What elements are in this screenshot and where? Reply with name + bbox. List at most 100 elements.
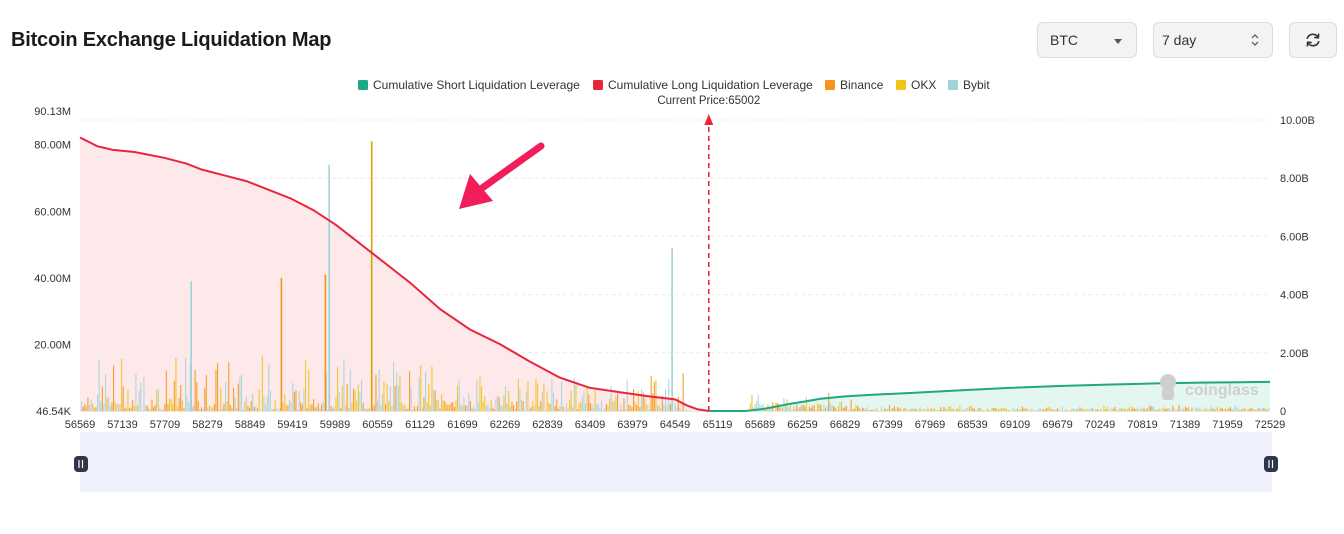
exchange-bar	[420, 365, 422, 411]
x-tick: 61699	[447, 419, 478, 431]
slider-handle-right[interactable]	[1264, 456, 1278, 472]
exchange-bar	[381, 394, 383, 411]
x-tick: 69109	[1000, 419, 1031, 431]
exchange-bar	[253, 407, 255, 411]
exchange-bar	[1084, 410, 1086, 411]
exchange-bar	[242, 410, 244, 411]
exchange-bar	[436, 399, 438, 411]
exchange-bar	[820, 404, 822, 411]
range-select[interactable]: 7 day	[1153, 22, 1273, 58]
exchange-bar	[1121, 408, 1123, 411]
exchange-bar	[1172, 405, 1174, 411]
exchange-bar	[530, 407, 532, 411]
current-price-marker	[704, 114, 714, 411]
exchange-bar	[138, 390, 140, 411]
exchange-bar	[791, 410, 793, 411]
range-slider[interactable]	[74, 432, 1278, 492]
legend-item[interactable]: Cumulative Short Liquidation Leverage	[373, 78, 580, 92]
exchange-bar	[183, 408, 185, 411]
coin-select-value: BTC	[1050, 32, 1078, 48]
exchange-bar	[465, 405, 467, 411]
exchange-bar	[533, 405, 535, 411]
chart-legend[interactable]: Cumulative Short Liquidation Leverage Cum…	[358, 78, 990, 92]
exchange-bar	[1069, 410, 1071, 411]
exchange-bar	[1225, 408, 1227, 411]
legend-item[interactable]: Cumulative Long Liquidation Leverage	[608, 78, 813, 92]
exchange-bar	[137, 405, 139, 411]
legend-item[interactable]: Binance	[840, 78, 884, 92]
exchange-bar	[945, 408, 947, 411]
exchange-bar	[1100, 408, 1102, 411]
exchange-bar	[252, 393, 254, 411]
refresh-button[interactable]	[1289, 22, 1337, 58]
range-select-value: 7 day	[1162, 32, 1197, 48]
exchange-bar	[389, 386, 391, 411]
exchange-bar	[649, 409, 651, 411]
exchange-bar	[308, 369, 310, 411]
slider-track[interactable]	[80, 432, 1272, 492]
exchange-bar	[596, 404, 598, 411]
legend-item[interactable]: Bybit	[963, 78, 990, 92]
exchange-bar	[193, 404, 195, 411]
exchange-bar	[666, 405, 668, 411]
exchange-bar	[588, 394, 590, 411]
exchange-bar	[333, 407, 335, 411]
exchange-bar	[884, 408, 886, 411]
exchange-bar	[810, 408, 812, 411]
exchange-bar	[532, 400, 534, 411]
exchange-bar	[221, 407, 223, 411]
exchange-bar	[831, 405, 833, 411]
exchange-bar	[1140, 407, 1142, 411]
legend-swatch	[358, 80, 368, 90]
exchange-bar	[895, 409, 897, 411]
exchange-bar	[804, 406, 806, 411]
exchange-bar	[1249, 409, 1251, 411]
exchange-bar	[337, 366, 339, 411]
exchange-bar	[929, 410, 931, 411]
exchange-bar	[1169, 408, 1171, 411]
exchange-bar	[980, 407, 982, 411]
exchange-bar	[429, 405, 431, 411]
exchange-bar	[261, 355, 263, 411]
exchange-bar	[924, 408, 926, 411]
x-tick: 67969	[915, 419, 946, 431]
coin-select[interactable]: BTC	[1037, 22, 1137, 58]
exchange-bar	[445, 404, 447, 411]
exchange-bar	[1073, 408, 1075, 411]
y-left-tick: 90.13M	[34, 106, 71, 118]
exchange-bar	[313, 399, 315, 411]
exchange-bar	[570, 390, 572, 411]
exchange-bar	[793, 406, 795, 411]
exchange-bar	[217, 363, 219, 411]
pointer-arrow	[459, 142, 545, 209]
slider-handle-left[interactable]	[74, 456, 88, 472]
y-right-tick: 2.00B	[1280, 348, 1309, 360]
exchange-bar	[577, 409, 579, 411]
exchange-bar	[909, 409, 911, 411]
exchange-bar	[812, 405, 814, 411]
exchange-bar	[345, 405, 347, 411]
exchange-bar	[1119, 408, 1121, 411]
exchange-bar	[257, 408, 259, 411]
exchange-bar	[1207, 410, 1209, 411]
exchange-bar	[1041, 410, 1043, 411]
exchange-bar	[594, 389, 596, 411]
exchange-bar	[1047, 407, 1049, 411]
legend-item[interactable]: OKX	[911, 78, 936, 92]
exchange-bar	[181, 400, 183, 411]
exchange-bar	[407, 408, 409, 411]
exchange-bar	[1173, 408, 1175, 411]
exchange-bar	[781, 407, 783, 411]
exchange-bar	[213, 404, 215, 411]
exchange-bar	[188, 402, 190, 411]
exchange-bar	[1044, 410, 1046, 411]
exchange-bar	[178, 398, 180, 411]
exchange-bar	[991, 407, 993, 411]
exchange-bar	[250, 401, 252, 411]
exchange-bar	[660, 408, 662, 411]
exchange-bar	[301, 404, 303, 411]
exchange-bar	[1239, 410, 1241, 411]
exchange-bar	[799, 407, 801, 411]
exchange-bar	[1098, 409, 1100, 411]
exchange-bar	[1076, 409, 1078, 411]
